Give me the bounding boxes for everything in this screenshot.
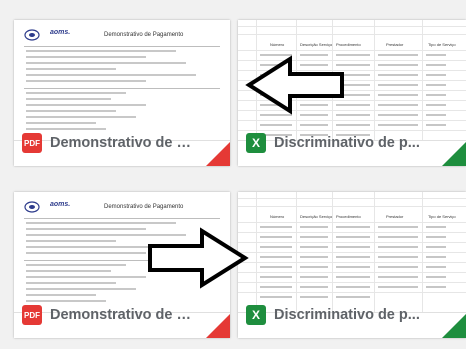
file-name[interactable]: Discriminativo de p... bbox=[274, 134, 430, 152]
excel-file-icon: X bbox=[246, 133, 266, 153]
corner-accent bbox=[442, 142, 466, 166]
file-card-footer[interactable]: PDF Demonstrativo de p... bbox=[14, 294, 230, 338]
corner-accent bbox=[206, 314, 230, 338]
preview-title: Demonstrativo de Pagamento bbox=[104, 204, 184, 210]
corner-accent bbox=[442, 314, 466, 338]
sheet-header-cell: Número bbox=[270, 214, 285, 219]
file-card-demonstrativo-top[interactable]: aoms. Demonstrativo de Pagamento PDF Dem… bbox=[14, 20, 230, 166]
preview-logo-text: aoms. bbox=[50, 201, 71, 208]
file-name[interactable]: Discriminativo de p... bbox=[274, 306, 430, 324]
preview-logo-text: aoms. bbox=[50, 29, 71, 36]
arrow-left-icon bbox=[245, 55, 344, 115]
corner-accent bbox=[206, 142, 230, 166]
sheet-header-cell: Prestador bbox=[386, 42, 404, 47]
sheet-header-cell: Descrição Serviço bbox=[300, 42, 333, 47]
file-card-footer[interactable]: PDF Demonstrativo de p... bbox=[14, 122, 230, 166]
sheet-header-cell: Prestador bbox=[386, 214, 404, 219]
file-card-discriminativo-bottom[interactable]: Número Descrição Serviço Procedimento Pr… bbox=[238, 192, 466, 338]
sheet-header-cell: Número bbox=[270, 42, 285, 47]
file-card-footer[interactable]: X Discriminativo de p... bbox=[238, 294, 466, 338]
sheet-header-cell: Descrição Serviço bbox=[300, 214, 333, 219]
preview-title: Demonstrativo de Pagamento bbox=[104, 32, 184, 38]
file-card-footer[interactable]: X Discriminativo de p... bbox=[238, 122, 466, 166]
excel-file-icon: X bbox=[246, 305, 266, 325]
file-name[interactable]: Demonstrativo de p... bbox=[50, 134, 194, 152]
arrow-right-icon bbox=[148, 227, 249, 289]
logo-icon bbox=[24, 201, 40, 213]
sheet-header-cell: Tipo de Serviço bbox=[428, 42, 456, 47]
sheet-header-cell: Procedimento bbox=[336, 214, 361, 219]
pdf-file-icon: PDF bbox=[22, 133, 42, 153]
sheet-header-cell: Procedimento bbox=[336, 42, 361, 47]
pdf-file-icon: PDF bbox=[22, 305, 42, 325]
sheet-header-cell: Tipo de Serviço bbox=[428, 214, 456, 219]
logo-icon bbox=[24, 29, 40, 41]
file-name[interactable]: Demonstrativo de p... bbox=[50, 306, 194, 324]
